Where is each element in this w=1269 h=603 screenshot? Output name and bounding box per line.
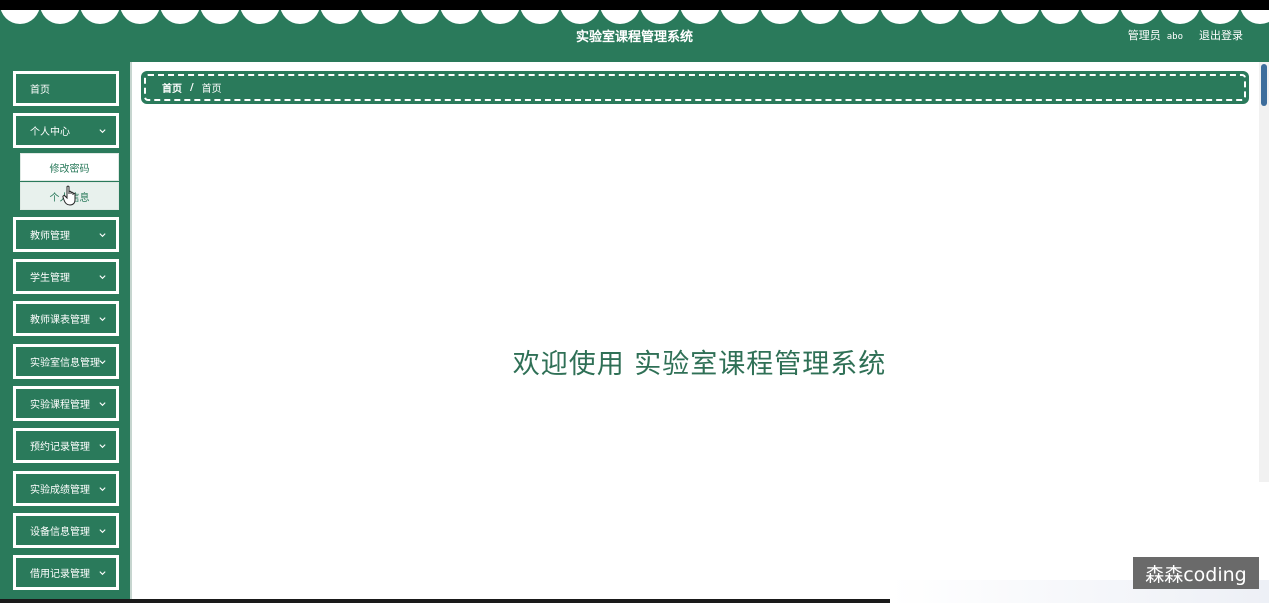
user-info: 管理员 abo xyxy=(1128,27,1183,43)
hand-cursor-icon xyxy=(62,185,76,206)
sidebar-item-lab-grades[interactable]: 实验成绩管理 xyxy=(13,471,119,506)
sidebar-item-lab-info[interactable]: 实验室信息管理 xyxy=(13,344,119,379)
sidebar-item-teacher-schedule[interactable]: 教师课表管理 xyxy=(13,301,119,336)
chevron-down-icon xyxy=(99,487,106,492)
main-content-area xyxy=(130,62,1269,603)
sidebar-item-equipment-info[interactable]: 设备信息管理 xyxy=(13,513,119,548)
sidebar-item-label: 实验室信息管理 xyxy=(30,358,100,369)
chevron-down-icon xyxy=(99,129,106,134)
watermark-label: 森森coding xyxy=(1133,557,1259,589)
sidebar-item-label: 设备信息管理 xyxy=(30,527,90,538)
chevron-down-icon xyxy=(99,317,106,322)
breadcrumb-inner: 首页 / 首页 xyxy=(144,74,1246,101)
app-title: 实验室课程管理系统 xyxy=(575,30,693,45)
sidebar-item-student-management[interactable]: 学生管理 xyxy=(13,259,119,294)
breadcrumb-home-link[interactable]: 首页 xyxy=(162,80,182,95)
chevron-down-icon xyxy=(99,275,106,280)
sidebar-item-label: 借用记录管理 xyxy=(30,569,90,580)
user-name: abo xyxy=(1166,32,1183,42)
chevron-down-icon xyxy=(99,402,106,407)
sidebar-item-home[interactable]: 首页 xyxy=(13,71,119,106)
header-user-area: 管理员 abo 退出登录 xyxy=(1128,27,1243,43)
sidebar-item-label: 学生管理 xyxy=(30,273,70,284)
sidebar-item-label: 实验成绩管理 xyxy=(30,485,90,496)
sidebar-item-label: 首页 xyxy=(30,85,50,96)
breadcrumb: 首页 / 首页 xyxy=(141,71,1249,104)
chevron-down-icon xyxy=(99,571,106,576)
sidebar-item-teacher-management[interactable]: 教师管理 xyxy=(13,217,119,252)
sidebar-item-lab-course[interactable]: 实验课程管理 xyxy=(13,386,119,421)
user-role: 管理员 xyxy=(1127,29,1161,42)
chevron-down-icon xyxy=(99,529,106,534)
sidebar-item-label: 教师管理 xyxy=(30,231,70,242)
sidebar-item-label: 预约记录管理 xyxy=(30,442,90,453)
sidebar-item-reservation-records[interactable]: 预约记录管理 xyxy=(13,428,119,463)
scrollbar-track[interactable] xyxy=(1259,62,1269,482)
scrollbar-thumb[interactable] xyxy=(1261,64,1267,106)
logout-link[interactable]: 退出登录 xyxy=(1199,27,1243,43)
chevron-down-icon xyxy=(99,233,106,238)
sidebar-item-borrow-records[interactable]: 借用记录管理 xyxy=(13,555,119,590)
chevron-down-icon xyxy=(99,360,106,365)
submenu-item-label: 修改密码 xyxy=(49,163,90,175)
welcome-message: 欢迎使用 实验室课程管理系统 xyxy=(512,349,887,380)
submenu-item-change-password[interactable]: 修改密码 xyxy=(20,153,119,181)
breadcrumb-separator: / xyxy=(190,82,194,93)
sidebar-item-label: 个人中心 xyxy=(30,127,70,138)
chevron-down-icon xyxy=(99,444,106,449)
sidebar-item-label: 教师课表管理 xyxy=(30,315,90,326)
sidebar-item-label: 实验课程管理 xyxy=(30,400,90,411)
sidebar-item-personal-center[interactable]: 个人中心 xyxy=(13,113,119,148)
header-bar: 实验室课程管理系统 管理员 abo 退出登录 xyxy=(0,10,1269,62)
breadcrumb-current: 首页 xyxy=(201,84,222,95)
bottom-edge-line xyxy=(0,599,890,603)
window-top-strip xyxy=(0,0,1269,10)
